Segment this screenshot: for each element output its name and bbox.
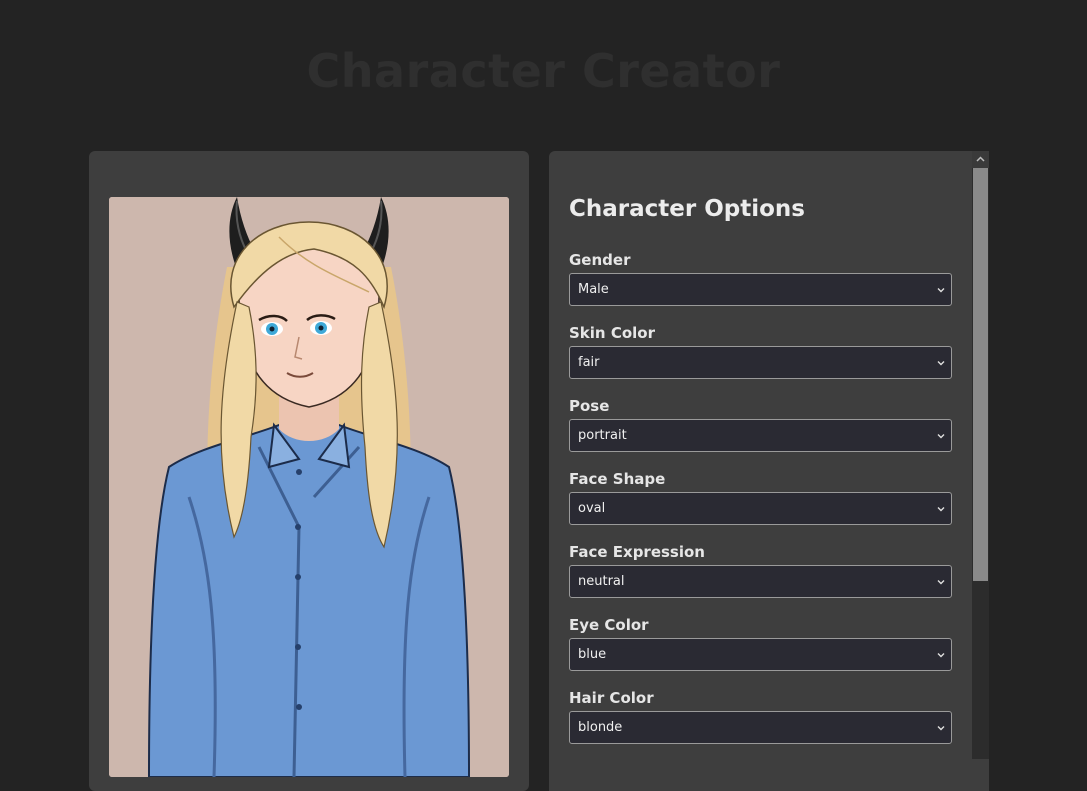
hair-color-select-value: blonde <box>578 720 623 735</box>
skin-color-select[interactable]: fair <box>569 346 952 379</box>
chevron-down-icon <box>937 726 945 731</box>
pose-select-value: portrait <box>578 428 627 443</box>
face-expression-label: Face Expression <box>569 543 705 561</box>
face-shape-field: Face Shape oval <box>569 470 952 525</box>
face-shape-select-value: oval <box>578 501 606 516</box>
face-expression-select[interactable]: neutral <box>569 565 952 598</box>
pose-field: Pose portrait <box>569 397 952 452</box>
face-shape-label: Face Shape <box>569 470 666 488</box>
page-title: Character Creator <box>306 44 781 98</box>
preview-panel <box>89 151 529 791</box>
character-options-panel: Character Options Gender Male Skin Color… <box>549 151 989 791</box>
face-expression-field: Face Expression neutral <box>569 543 952 598</box>
gender-select[interactable]: Male <box>569 273 952 306</box>
chevron-down-icon <box>937 653 945 658</box>
face-expression-select-value: neutral <box>578 574 625 589</box>
character-preview-image <box>109 197 509 777</box>
hair-color-field: Hair Color blonde <box>569 689 952 744</box>
eye-color-select[interactable]: blue <box>569 638 952 671</box>
options-heading: Character Options <box>569 196 805 222</box>
face-shape-select[interactable]: oval <box>569 492 952 525</box>
eye-color-select-value: blue <box>578 647 607 662</box>
hair-color-label: Hair Color <box>569 689 654 707</box>
chevron-up-icon <box>976 156 985 162</box>
scroll-up-button[interactable] <box>972 151 989 168</box>
pose-label: Pose <box>569 397 610 415</box>
gender-field: Gender Male <box>569 251 952 306</box>
chevron-down-icon <box>937 361 945 366</box>
character-illustration <box>109 197 509 777</box>
gender-label: Gender <box>569 251 631 269</box>
hair-color-select[interactable]: blonde <box>569 711 952 744</box>
chevron-down-icon <box>937 507 945 512</box>
skin-color-label: Skin Color <box>569 324 655 342</box>
chevron-down-icon <box>937 580 945 585</box>
chevron-down-icon <box>937 434 945 439</box>
gender-select-value: Male <box>578 282 609 297</box>
eye-color-field: Eye Color blue <box>569 616 952 671</box>
options-scrollbar[interactable] <box>972 151 989 759</box>
pose-select[interactable]: portrait <box>569 419 952 452</box>
skin-color-select-value: fair <box>578 355 600 370</box>
chevron-down-icon <box>937 288 945 293</box>
eye-color-label: Eye Color <box>569 616 649 634</box>
scrollbar-thumb[interactable] <box>973 168 988 581</box>
skin-color-field: Skin Color fair <box>569 324 952 379</box>
